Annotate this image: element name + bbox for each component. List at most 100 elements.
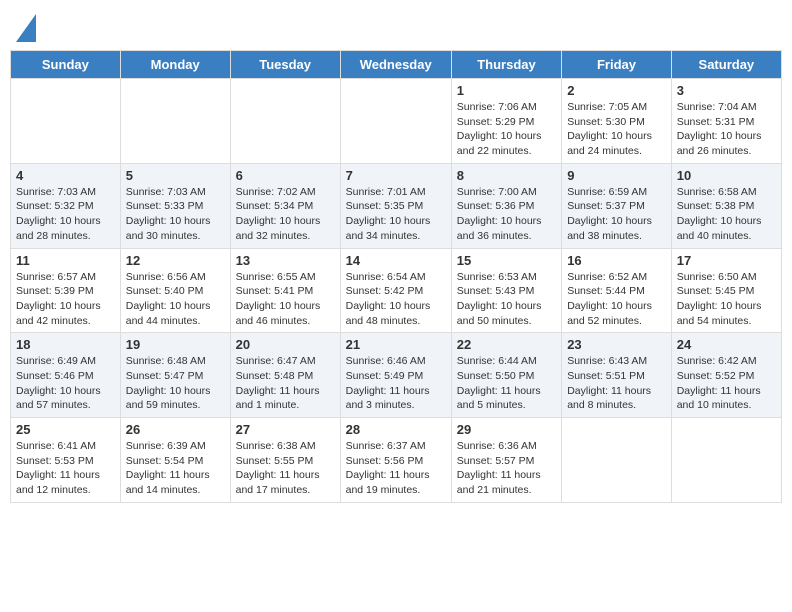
day-number: 5: [126, 168, 225, 183]
calendar-week-row: 11Sunrise: 6:57 AMSunset: 5:39 PMDayligh…: [11, 248, 782, 333]
day-info: Sunrise: 6:59 AMSunset: 5:37 PMDaylight:…: [567, 185, 666, 244]
day-info: Sunrise: 6:39 AMSunset: 5:54 PMDaylight:…: [126, 439, 225, 498]
calendar-cell: 7Sunrise: 7:01 AMSunset: 5:35 PMDaylight…: [340, 163, 451, 248]
day-number: 1: [457, 83, 556, 98]
column-header-wednesday: Wednesday: [340, 51, 451, 79]
calendar-cell: 4 Sunrise: 7:03 AMSunset: 5:32 PMDaylight…: [11, 163, 121, 248]
day-number: 17: [677, 253, 776, 268]
calendar-cell: 19 Sunrise: 6:48 AMSunset: 5:47 PMDayligh…: [120, 333, 230, 418]
day-info: Sunrise: 6:49 AMSunset: 5:46 PMDaylight:…: [16, 354, 115, 413]
calendar-cell: [340, 79, 451, 164]
day-info: Sunrise: 6:44 AMSunset: 5:50 PMDaylight:…: [457, 354, 556, 413]
calendar-cell: 28 Sunrise: 6:37 AMSunset: 5:56 PMDayligh…: [340, 418, 451, 503]
calendar-week-row: 4 Sunrise: 7:03 AMSunset: 5:32 PMDaylight…: [11, 163, 782, 248]
page-header: [10, 10, 782, 42]
day-number: 16: [567, 253, 666, 268]
day-number: 7: [346, 168, 446, 183]
calendar-cell: 18 Sunrise: 6:49 AMSunset: 5:46 PMDayligh…: [11, 333, 121, 418]
column-header-sunday: Sunday: [11, 51, 121, 79]
day-number: 23: [567, 337, 666, 352]
day-info: Sunrise: 6:55 AMSunset: 5:41 PMDaylight:…: [236, 270, 335, 329]
calendar-week-row: 1 Sunrise: 7:06 AMSunset: 5:29 PMDaylight…: [11, 79, 782, 164]
day-number: 4: [16, 168, 115, 183]
day-number: 13: [236, 253, 335, 268]
calendar-cell: 20 Sunrise: 6:47 AMSunset: 5:48 PMDayligh…: [230, 333, 340, 418]
calendar-cell: 5 Sunrise: 7:03 AMSunset: 5:33 PMDaylight…: [120, 163, 230, 248]
day-number: 22: [457, 337, 556, 352]
day-info: Sunrise: 6:42 AMSunset: 5:52 PMDaylight:…: [677, 354, 776, 413]
calendar-table: SundayMondayTuesdayWednesdayThursdayFrid…: [10, 50, 782, 503]
calendar-cell: 15 Sunrise: 6:53 AMSunset: 5:43 PMDayligh…: [451, 248, 561, 333]
day-number: 27: [236, 422, 335, 437]
day-info: Sunrise: 7:02 AMSunset: 5:34 PMDaylight:…: [236, 185, 335, 244]
day-number: 2: [567, 83, 666, 98]
day-info: Sunrise: 6:56 AMSunset: 5:40 PMDaylight:…: [126, 270, 225, 329]
day-number: 24: [677, 337, 776, 352]
calendar-cell: 29 Sunrise: 6:36 AMSunset: 5:57 PMDayligh…: [451, 418, 561, 503]
day-number: 14: [346, 253, 446, 268]
day-info: Sunrise: 6:43 AMSunset: 5:51 PMDaylight:…: [567, 354, 666, 413]
calendar-cell: 3 Sunrise: 7:04 AMSunset: 5:31 PMDaylight…: [671, 79, 781, 164]
column-header-monday: Monday: [120, 51, 230, 79]
calendar-cell: 1 Sunrise: 7:06 AMSunset: 5:29 PMDaylight…: [451, 79, 561, 164]
calendar-cell: 2 Sunrise: 7:05 AMSunset: 5:30 PMDaylight…: [562, 79, 672, 164]
day-info: Sunrise: 6:36 AMSunset: 5:57 PMDaylight:…: [457, 439, 556, 498]
logo-icon: [16, 14, 36, 42]
calendar-cell: 22 Sunrise: 6:44 AMSunset: 5:50 PMDayligh…: [451, 333, 561, 418]
calendar-cell: [120, 79, 230, 164]
day-info: Sunrise: 6:54 AMSunset: 5:42 PMDaylight:…: [346, 270, 446, 329]
calendar-cell: 12 Sunrise: 6:56 AMSunset: 5:40 PMDayligh…: [120, 248, 230, 333]
calendar-cell: 14 Sunrise: 6:54 AMSunset: 5:42 PMDayligh…: [340, 248, 451, 333]
day-info: Sunrise: 6:47 AMSunset: 5:48 PMDaylight:…: [236, 354, 335, 413]
calendar-cell: 23 Sunrise: 6:43 AMSunset: 5:51 PMDayligh…: [562, 333, 672, 418]
day-number: 26: [126, 422, 225, 437]
calendar-cell: 9 Sunrise: 6:59 AMSunset: 5:37 PMDaylight…: [562, 163, 672, 248]
day-info: Sunrise: 6:58 AMSunset: 5:38 PMDaylight:…: [677, 185, 776, 244]
day-number: 25: [16, 422, 115, 437]
calendar-cell: 13 Sunrise: 6:55 AMSunset: 5:41 PMDayligh…: [230, 248, 340, 333]
day-info: Sunrise: 6:38 AMSunset: 5:55 PMDaylight:…: [236, 439, 335, 498]
day-number: 6: [236, 168, 335, 183]
day-number: 28: [346, 422, 446, 437]
calendar-cell: 25 Sunrise: 6:41 AMSunset: 5:53 PMDayligh…: [11, 418, 121, 503]
day-info: Sunrise: 7:03 AMSunset: 5:33 PMDaylight:…: [126, 185, 225, 244]
calendar-cell: [11, 79, 121, 164]
day-info: Sunrise: 6:46 AMSunset: 5:49 PMDaylight:…: [346, 354, 446, 413]
day-info: Sunrise: 6:52 AMSunset: 5:44 PMDaylight:…: [567, 270, 666, 329]
day-info: Sunrise: 6:48 AMSunset: 5:47 PMDaylight:…: [126, 354, 225, 413]
day-info: Sunrise: 6:41 AMSunset: 5:53 PMDaylight:…: [16, 439, 115, 498]
day-number: 12: [126, 253, 225, 268]
day-number: 21: [346, 337, 446, 352]
day-info: Sunrise: 7:04 AMSunset: 5:31 PMDaylight:…: [677, 100, 776, 159]
calendar-cell: [671, 418, 781, 503]
calendar-cell: 26 Sunrise: 6:39 AMSunset: 5:54 PMDayligh…: [120, 418, 230, 503]
day-number: 8: [457, 168, 556, 183]
calendar-week-row: 18 Sunrise: 6:49 AMSunset: 5:46 PMDayligh…: [11, 333, 782, 418]
day-number: 20: [236, 337, 335, 352]
day-number: 3: [677, 83, 776, 98]
calendar-cell: 16 Sunrise: 6:52 AMSunset: 5:44 PMDayligh…: [562, 248, 672, 333]
calendar-cell: 21 Sunrise: 6:46 AMSunset: 5:49 PMDayligh…: [340, 333, 451, 418]
calendar-cell: 24 Sunrise: 6:42 AMSunset: 5:52 PMDayligh…: [671, 333, 781, 418]
calendar-cell: [230, 79, 340, 164]
day-info: Sunrise: 6:53 AMSunset: 5:43 PMDaylight:…: [457, 270, 556, 329]
day-info: Sunrise: 7:06 AMSunset: 5:29 PMDaylight:…: [457, 100, 556, 159]
day-info: Sunrise: 7:05 AMSunset: 5:30 PMDaylight:…: [567, 100, 666, 159]
day-number: 29: [457, 422, 556, 437]
calendar-header-row: SundayMondayTuesdayWednesdayThursdayFrid…: [11, 51, 782, 79]
day-number: 18: [16, 337, 115, 352]
calendar-week-row: 25 Sunrise: 6:41 AMSunset: 5:53 PMDayligh…: [11, 418, 782, 503]
calendar-cell: 11Sunrise: 6:57 AMSunset: 5:39 PMDayligh…: [11, 248, 121, 333]
day-number: 19: [126, 337, 225, 352]
calendar-cell: 6 Sunrise: 7:02 AMSunset: 5:34 PMDaylight…: [230, 163, 340, 248]
day-number: 15: [457, 253, 556, 268]
calendar-cell: 27 Sunrise: 6:38 AMSunset: 5:55 PMDayligh…: [230, 418, 340, 503]
calendar-cell: 10Sunrise: 6:58 AMSunset: 5:38 PMDayligh…: [671, 163, 781, 248]
day-number: 9: [567, 168, 666, 183]
column-header-saturday: Saturday: [671, 51, 781, 79]
logo: [14, 14, 36, 42]
day-info: Sunrise: 7:03 AMSunset: 5:32 PMDaylight:…: [16, 185, 115, 244]
day-info: Sunrise: 6:37 AMSunset: 5:56 PMDaylight:…: [346, 439, 446, 498]
calendar-cell: [562, 418, 672, 503]
column-header-tuesday: Tuesday: [230, 51, 340, 79]
